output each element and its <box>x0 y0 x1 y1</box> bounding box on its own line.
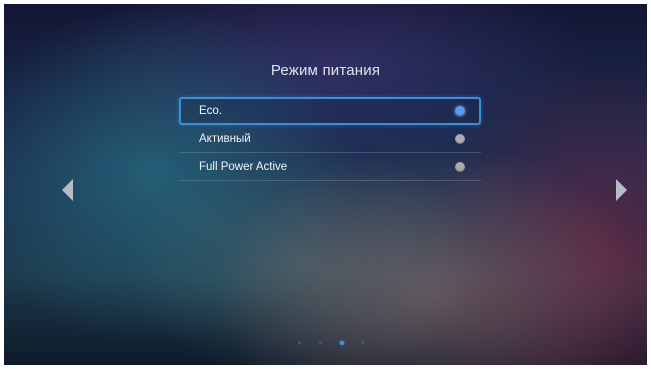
option-label: Eco. <box>199 105 223 117</box>
radio-unselected-icon[interactable] <box>455 162 465 172</box>
option-active[interactable]: Активный <box>179 125 481 153</box>
triangle-right-icon[interactable] <box>616 179 627 201</box>
triangle-left-icon[interactable] <box>62 179 73 201</box>
page-dot-icon <box>298 341 301 344</box>
page-dot-icon <box>361 341 364 344</box>
page-title: Режим питания <box>270 62 381 79</box>
power-mode-menu: Eco. Активный Full Power Active <box>179 97 481 181</box>
radio-selected-icon[interactable] <box>455 106 465 116</box>
option-full-power-active[interactable]: Full Power Active <box>179 153 481 181</box>
option-eco[interactable]: Eco. <box>179 97 481 125</box>
screen-frame: Режим питания Eco. Активный Full Power A… <box>4 4 647 365</box>
page-dot-icon <box>319 341 322 344</box>
option-label: Активный <box>199 133 251 145</box>
page-dot-active-icon <box>340 340 344 345</box>
option-label: Full Power Active <box>199 161 288 173</box>
radio-unselected-icon[interactable] <box>455 134 465 144</box>
